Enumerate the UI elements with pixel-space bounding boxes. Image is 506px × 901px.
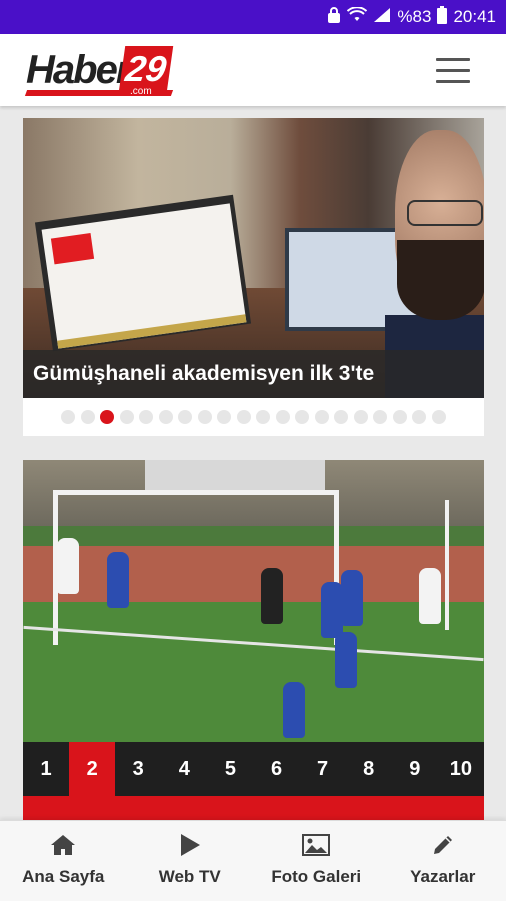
- slider-dot[interactable]: [373, 410, 387, 424]
- logo-suffix: .com: [130, 86, 152, 97]
- slider-dot[interactable]: [315, 410, 329, 424]
- nav-label: Foto Galeri: [271, 867, 361, 887]
- nav-web-tv[interactable]: Web TV: [127, 821, 254, 901]
- slider-dot[interactable]: [295, 410, 309, 424]
- slider-dot[interactable]: [393, 410, 407, 424]
- slider-dot[interactable]: [139, 410, 153, 424]
- pencil-icon: [431, 831, 455, 859]
- slider-dot[interactable]: [61, 410, 75, 424]
- slider-dot[interactable]: [432, 410, 446, 424]
- play-icon: [179, 831, 201, 859]
- gallery-page-7[interactable]: 7: [300, 742, 346, 796]
- slider-dot[interactable]: [354, 410, 368, 424]
- bottom-navigation: Ana Sayfa Web TV Foto Galeri Yazarlar: [0, 820, 506, 901]
- slider-dot[interactable]: [276, 410, 290, 424]
- slider-dot[interactable]: [237, 410, 251, 424]
- news-slider[interactable]: Gümüşhaneli akademisyen ilk 3'te: [23, 118, 484, 436]
- gallery-page-6[interactable]: 6: [253, 742, 299, 796]
- slider-dot[interactable]: [412, 410, 426, 424]
- slider-dot[interactable]: [100, 410, 114, 424]
- slider-dot[interactable]: [159, 410, 173, 424]
- image-icon: [302, 831, 330, 859]
- home-icon: [50, 831, 76, 859]
- photo-gallery[interactable]: 12345678910: [23, 460, 484, 820]
- slider-dot[interactable]: [198, 410, 212, 424]
- nav-yazarlar[interactable]: Yazarlar: [380, 821, 506, 901]
- gallery-page-5[interactable]: 5: [207, 742, 253, 796]
- gallery-image[interactable]: [23, 460, 484, 742]
- gallery-page-1[interactable]: 1: [23, 742, 69, 796]
- signal-icon: [373, 7, 391, 27]
- gallery-page-3[interactable]: 3: [115, 742, 161, 796]
- nav-ana-sayfa[interactable]: Ana Sayfa: [0, 821, 127, 901]
- gallery-page-10[interactable]: 10: [438, 742, 484, 796]
- slider-dot[interactable]: [81, 410, 95, 424]
- slider-dot[interactable]: [217, 410, 231, 424]
- battery-icon: [437, 6, 447, 28]
- gallery-page-2[interactable]: 2: [69, 742, 115, 796]
- slider-dot[interactable]: [120, 410, 134, 424]
- slider-dot[interactable]: [334, 410, 348, 424]
- nav-label: Web TV: [159, 867, 221, 887]
- slider-image[interactable]: Gümüşhaneli akademisyen ilk 3'te: [23, 118, 484, 398]
- slider-caption[interactable]: Gümüşhaneli akademisyen ilk 3'te: [23, 350, 484, 398]
- slider-pagination: [23, 410, 484, 426]
- app-bar: Haber 29 .com: [0, 34, 506, 106]
- nav-label: Ana Sayfa: [22, 867, 104, 887]
- nav-label: Yazarlar: [410, 867, 475, 887]
- gallery-page-4[interactable]: 4: [161, 742, 207, 796]
- slider-dot[interactable]: [256, 410, 270, 424]
- battery-percent: %83: [397, 7, 431, 27]
- lock-icon: [327, 7, 341, 27]
- status-bar: %83 20:41: [0, 0, 506, 34]
- clock: 20:41: [453, 7, 496, 27]
- wifi-icon: [347, 7, 367, 27]
- gallery-title-bar: [23, 796, 484, 820]
- gallery-page-8[interactable]: 8: [346, 742, 392, 796]
- nav-foto-galeri[interactable]: Foto Galeri: [253, 821, 380, 901]
- gallery-page-9[interactable]: 9: [392, 742, 438, 796]
- gallery-pagination: 12345678910: [23, 742, 484, 796]
- slider-dot[interactable]: [178, 410, 192, 424]
- logo-text: Haber: [26, 48, 129, 93]
- hamburger-menu-icon[interactable]: [436, 58, 470, 84]
